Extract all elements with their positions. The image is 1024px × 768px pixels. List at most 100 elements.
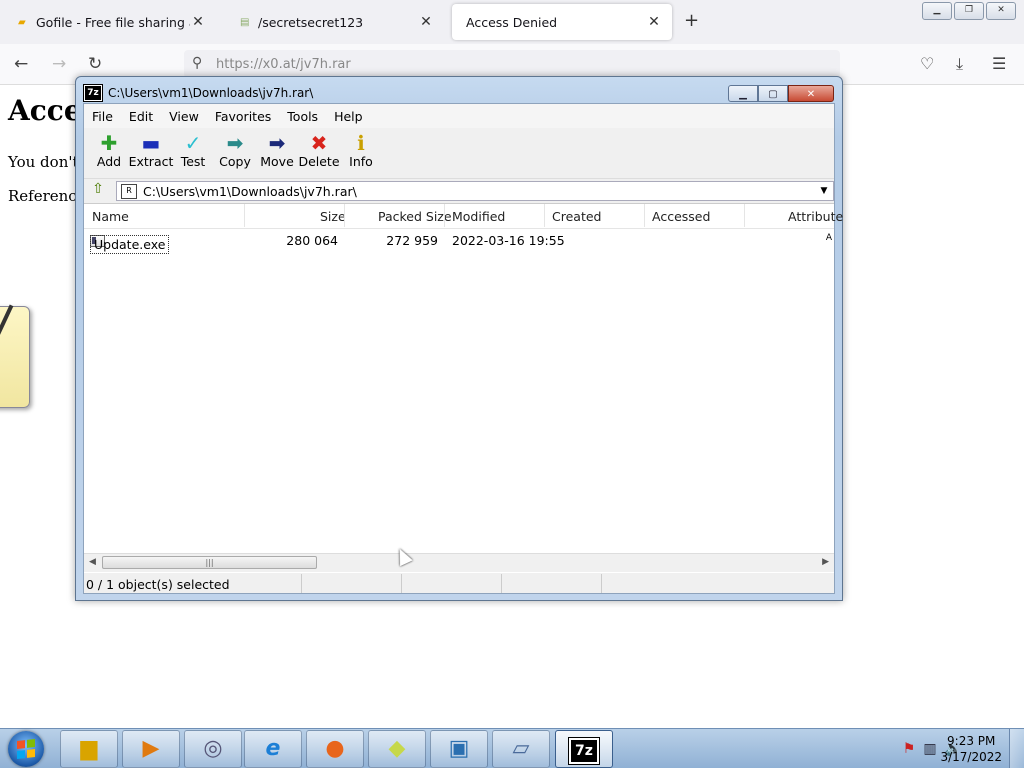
taskbar-7zip-button[interactable]: 7z <box>555 730 613 768</box>
tab-title: Gofile - Free file sharing and sto <box>36 14 190 30</box>
status-panel <box>402 574 502 593</box>
taskbar-media-center-button[interactable]: ◎ <box>184 730 242 768</box>
folder-icon: ▰ <box>18 16 26 28</box>
folder-icon: ▆ <box>80 736 98 761</box>
menu-help[interactable]: Help <box>326 109 371 124</box>
show-desktop-button[interactable] <box>1009 729 1024 768</box>
tab-title: /secretsecret123 <box>258 14 364 30</box>
tab-secretsecret[interactable]: ▤ /secretsecret123 ✕ <box>226 4 444 40</box>
info-button[interactable]: ℹ Info <box>340 128 382 169</box>
column-packed-size[interactable]: Packed Size <box>378 209 452 224</box>
delete-button[interactable]: ✖ Delete <box>298 128 340 169</box>
status-panel <box>502 574 602 593</box>
menu-favorites[interactable]: Favorites <box>207 109 279 124</box>
column-accessed[interactable]: Accessed <box>652 209 710 224</box>
scroll-right-icon[interactable]: ▶ <box>822 557 829 567</box>
column-modified[interactable]: Modified <box>452 209 505 224</box>
sticky-notes-icon: ◆ <box>388 736 406 761</box>
taskbar-media-player-button[interactable]: ▶ <box>122 730 180 768</box>
menu-tools[interactable]: Tools <box>279 109 326 124</box>
column-created[interactable]: Created <box>552 209 601 224</box>
add-button[interactable]: ✚ Add <box>88 128 130 169</box>
path-combobox[interactable]: R C:\Users\vm1\Downloads\jv7h.rar\ ▼ <box>116 181 834 201</box>
taskbar-remote-desktop-button[interactable]: ▣ <box>430 730 488 768</box>
column-divider[interactable] <box>744 204 745 227</box>
browser-window-controls: ▁ ❐ ✕ <box>922 2 1016 20</box>
folder-up-icon: ⇧ <box>92 181 104 197</box>
minimize-button[interactable]: ▁ <box>728 85 758 102</box>
file-modified: 2022-03-16 19:55 <box>452 233 565 248</box>
parent-folder-button[interactable]: ⇧ <box>87 181 109 201</box>
menu-icon[interactable]: ☰ <box>992 54 1006 73</box>
column-size[interactable]: Size <box>320 209 346 224</box>
remote-desktop-icon: ▣ <box>448 736 470 761</box>
column-divider[interactable] <box>544 204 545 227</box>
sevenzip-app-icon: 7z <box>568 737 600 765</box>
url-bar[interactable]: ⚲ https://x0.at/jv7h.rar <box>184 50 840 78</box>
row-name-cell: Update.exe <box>90 231 170 254</box>
reload-icon[interactable]: ↻ <box>88 54 102 74</box>
page-heading: Acce <box>8 94 82 127</box>
new-tab-button[interactable]: + <box>684 10 699 31</box>
info-icon: ℹ <box>357 131 365 155</box>
scrollbar-thumb[interactable]: ||| <box>102 556 317 569</box>
close-tab-icon[interactable]: ✕ <box>190 14 206 30</box>
taskbar-sticky-notes-button[interactable]: ◆ <box>368 730 426 768</box>
tab-gofile[interactable]: ▰ Gofile - Free file sharing and sto ✕ <box>4 4 216 40</box>
test-label: Test <box>180 154 206 169</box>
pocket-icon[interactable]: ♡ <box>920 54 934 73</box>
maximize-button[interactable]: ▢ <box>758 85 788 102</box>
chevron-down-icon[interactable]: ▼ <box>815 186 833 196</box>
status-selection: 0 / 1 object(s) selected <box>84 574 302 593</box>
taskbar-disk-button[interactable]: ▱ <box>492 730 550 768</box>
column-divider[interactable] <box>344 204 345 227</box>
column-divider[interactable] <box>444 204 445 227</box>
file-list: Name Size Packed Size Modified Created A… <box>84 203 843 573</box>
menu-bar: File Edit View Favorites Tools Help <box>84 104 834 128</box>
restore-button[interactable]: ❐ <box>954 2 984 20</box>
sticky-notes-window[interactable] <box>0 304 30 408</box>
column-name[interactable]: Name <box>92 209 129 224</box>
column-divider[interactable] <box>244 204 245 227</box>
menu-view[interactable]: View <box>161 109 207 124</box>
media-player-icon: ▶ <box>142 736 160 761</box>
back-arrow-icon[interactable]: ← <box>14 54 28 74</box>
browser-tab-strip: ▰ Gofile - Free file sharing and sto ✕ ▤… <box>0 0 1024 44</box>
taskbar-internet-explorer-button[interactable]: e <box>244 730 302 768</box>
action-center-flag-icon[interactable]: ⚑ <box>903 741 916 757</box>
path-text: C:\Users\vm1\Downloads\jv7h.rar\ <box>143 183 357 199</box>
add-icon: ✚ <box>100 131 118 155</box>
sevenzip-app-icon: 7z <box>83 84 103 102</box>
minimize-button[interactable]: ▁ <box>922 2 952 20</box>
start-button[interactable] <box>8 731 44 767</box>
download-icon[interactable]: ⤓ <box>956 54 963 74</box>
media-center-icon: ◎ <box>203 736 223 761</box>
column-attribute[interactable]: Attribute <box>788 209 843 224</box>
scroll-left-icon[interactable]: ◀ <box>89 557 96 567</box>
taskbar-explorer-button[interactable]: ▆ <box>60 730 118 768</box>
close-window-button[interactable]: ✕ <box>986 2 1016 20</box>
forward-arrow-icon[interactable]: → <box>52 54 66 74</box>
horizontal-scrollbar[interactable]: ◀ ||| ▶ <box>84 553 834 572</box>
menu-edit[interactable]: Edit <box>121 109 161 124</box>
menu-file[interactable]: File <box>84 109 121 124</box>
taskbar-firefox-button[interactable]: ● <box>306 730 364 768</box>
close-button[interactable]: ✕ <box>788 85 834 102</box>
close-tab-icon[interactable]: ✕ <box>418 14 434 30</box>
copy-button[interactable]: ➡ Copy <box>214 128 256 169</box>
close-tab-icon[interactable]: ✕ <box>646 14 662 30</box>
test-button[interactable]: ✓ Test <box>172 128 214 169</box>
tab-access-denied[interactable]: Access Denied ✕ <box>452 4 672 40</box>
move-button[interactable]: ➡ Move <box>256 128 298 169</box>
page-reference: Reference <box>8 187 86 205</box>
window-controls: ▁ ▢ ✕ <box>728 85 834 102</box>
list-header: Name Size Packed Size Modified Created A… <box>84 204 843 229</box>
extract-button[interactable]: ▬ Extract <box>129 128 174 169</box>
table-row[interactable]: Update.exe 280 064 272 959 2022-03-16 19… <box>84 229 834 254</box>
file-packed-size: 272 959 <box>386 233 438 248</box>
column-divider[interactable] <box>644 204 645 227</box>
clock[interactable]: 9:23 PM 3/17/2022 <box>940 733 1002 765</box>
window-titlebar[interactable]: 7z C:\Users\vm1\Downloads\jv7h.rar\ <box>83 84 313 102</box>
network-icon[interactable]: ▥ <box>923 741 936 757</box>
clock-time: 9:23 PM <box>947 734 996 748</box>
